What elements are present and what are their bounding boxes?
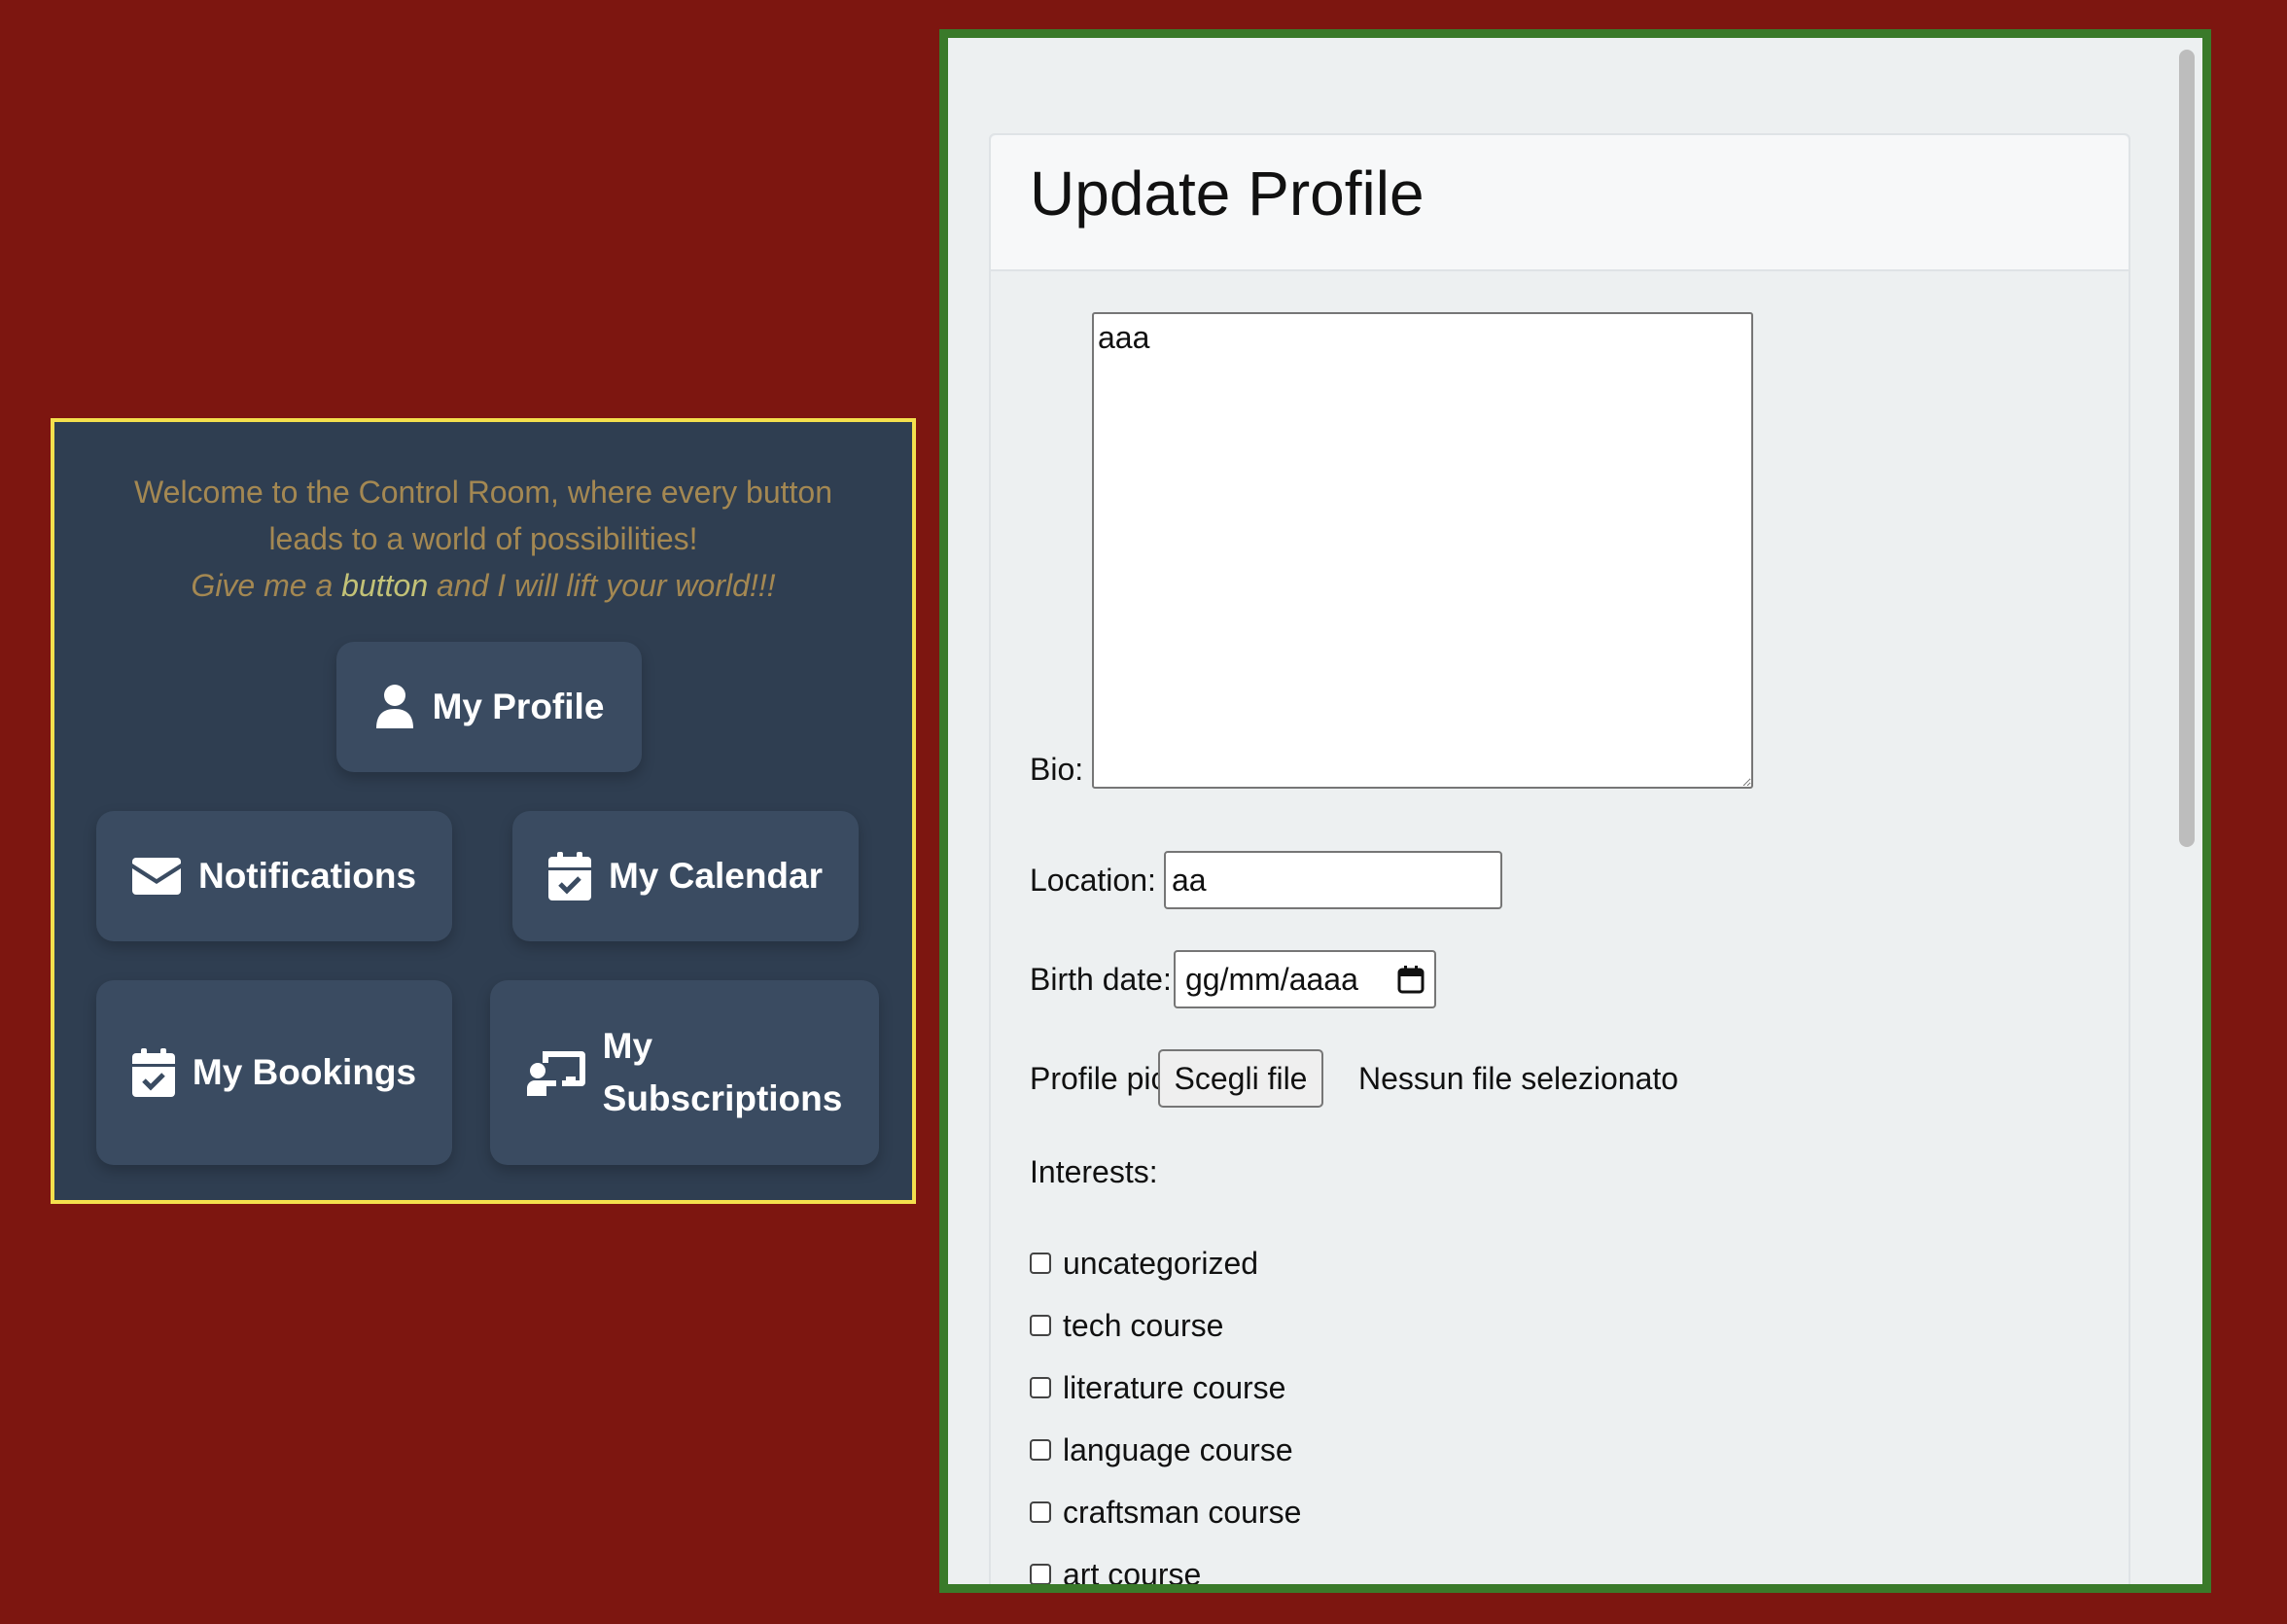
interest-checkbox[interactable] — [1030, 1377, 1051, 1398]
file-status-text: Nessun file selezionato — [1358, 1061, 1679, 1096]
interest-label: tech course — [1063, 1307, 1224, 1343]
notifications-label: Notifications — [197, 856, 417, 896]
envelope-icon — [131, 858, 181, 895]
interest-label: language course — [1063, 1431, 1293, 1467]
calendar-check-icon — [131, 1048, 175, 1097]
interest-checkbox[interactable] — [1030, 1315, 1051, 1336]
my-subscriptions-label: My Subscriptions — [603, 1020, 843, 1125]
birth-date-placeholder: gg/mm/aaaa — [1185, 961, 1358, 997]
my-bookings-button[interactable]: My Bookings — [96, 980, 452, 1165]
interest-checkbox[interactable] — [1030, 1564, 1051, 1584]
interest-option[interactable]: uncategorized — [1030, 1242, 1258, 1285]
interest-option[interactable]: tech course — [1030, 1304, 1223, 1347]
scrollbar[interactable] — [2179, 50, 2195, 847]
interests-label: Interests: — [1030, 1154, 1158, 1189]
welcome-line-2-start: Give me a — [191, 568, 342, 603]
interest-option[interactable]: language course — [1030, 1429, 1293, 1471]
card-header: Update Profile — [991, 135, 2129, 271]
calendar-check-icon — [547, 852, 591, 900]
location-input[interactable] — [1164, 851, 1502, 909]
interest-option[interactable]: craftsman course — [1030, 1491, 1301, 1534]
update-profile-frame: Update Profile Bio: aaa Location: Birth … — [939, 29, 2211, 1593]
my-profile-label: My Profile — [432, 687, 605, 726]
my-profile-button[interactable]: My Profile — [336, 642, 642, 772]
my-calendar-button[interactable]: My Calendar — [512, 811, 859, 941]
birth-date-input[interactable]: gg/mm/aaaa — [1174, 950, 1436, 1008]
welcome-line-2: Give me a button and I will lift your wo… — [93, 562, 873, 609]
control-room-panel: Welcome to the Control Room, where every… — [51, 418, 916, 1204]
notifications-button[interactable]: Notifications — [96, 811, 452, 941]
my-calendar-label: My Calendar — [608, 856, 823, 896]
bio-label: Bio: — [1030, 752, 1084, 787]
interest-label: literature course — [1063, 1369, 1286, 1405]
interest-label: uncategorized — [1063, 1245, 1259, 1281]
choose-file-button[interactable]: Scegli file — [1158, 1049, 1323, 1108]
interest-checkbox[interactable] — [1030, 1439, 1051, 1461]
interest-label: art course — [1063, 1556, 1202, 1592]
welcome-line-2-end: and I will lift your world!!! — [428, 568, 776, 603]
update-profile-card: Update Profile Bio: aaa Location: Birth … — [989, 133, 2130, 1592]
birth-date-label: Birth date: — [1030, 962, 1172, 997]
profile-pic-label: Profile pic: — [1030, 1061, 1176, 1096]
bio-textarea[interactable]: aaa — [1092, 312, 1753, 789]
my-subscriptions-label-line-2: Subscriptions — [602, 1078, 843, 1118]
interest-checkbox[interactable] — [1030, 1501, 1051, 1523]
interest-option[interactable]: art course — [1030, 1553, 1202, 1592]
interest-label: craftsman course — [1063, 1494, 1302, 1530]
my-subscriptions-button[interactable]: My Subscriptions — [490, 980, 879, 1165]
welcome-highlight: button — [341, 568, 429, 603]
interest-checkbox[interactable] — [1030, 1253, 1051, 1274]
welcome-message: Welcome to the Control Room, where every… — [54, 469, 912, 609]
chalkboard-teacher-icon — [526, 1051, 585, 1096]
interest-option[interactable]: literature course — [1030, 1366, 1285, 1409]
welcome-line-1: Welcome to the Control Room, where every… — [134, 475, 832, 556]
my-bookings-label: My Bookings — [192, 1052, 417, 1092]
calendar-icon[interactable] — [1397, 965, 1425, 994]
my-subscriptions-label-line-1: My — [602, 1026, 653, 1066]
user-icon — [375, 685, 413, 728]
location-label: Location: — [1030, 863, 1156, 898]
page-title: Update Profile — [1030, 159, 1425, 229]
